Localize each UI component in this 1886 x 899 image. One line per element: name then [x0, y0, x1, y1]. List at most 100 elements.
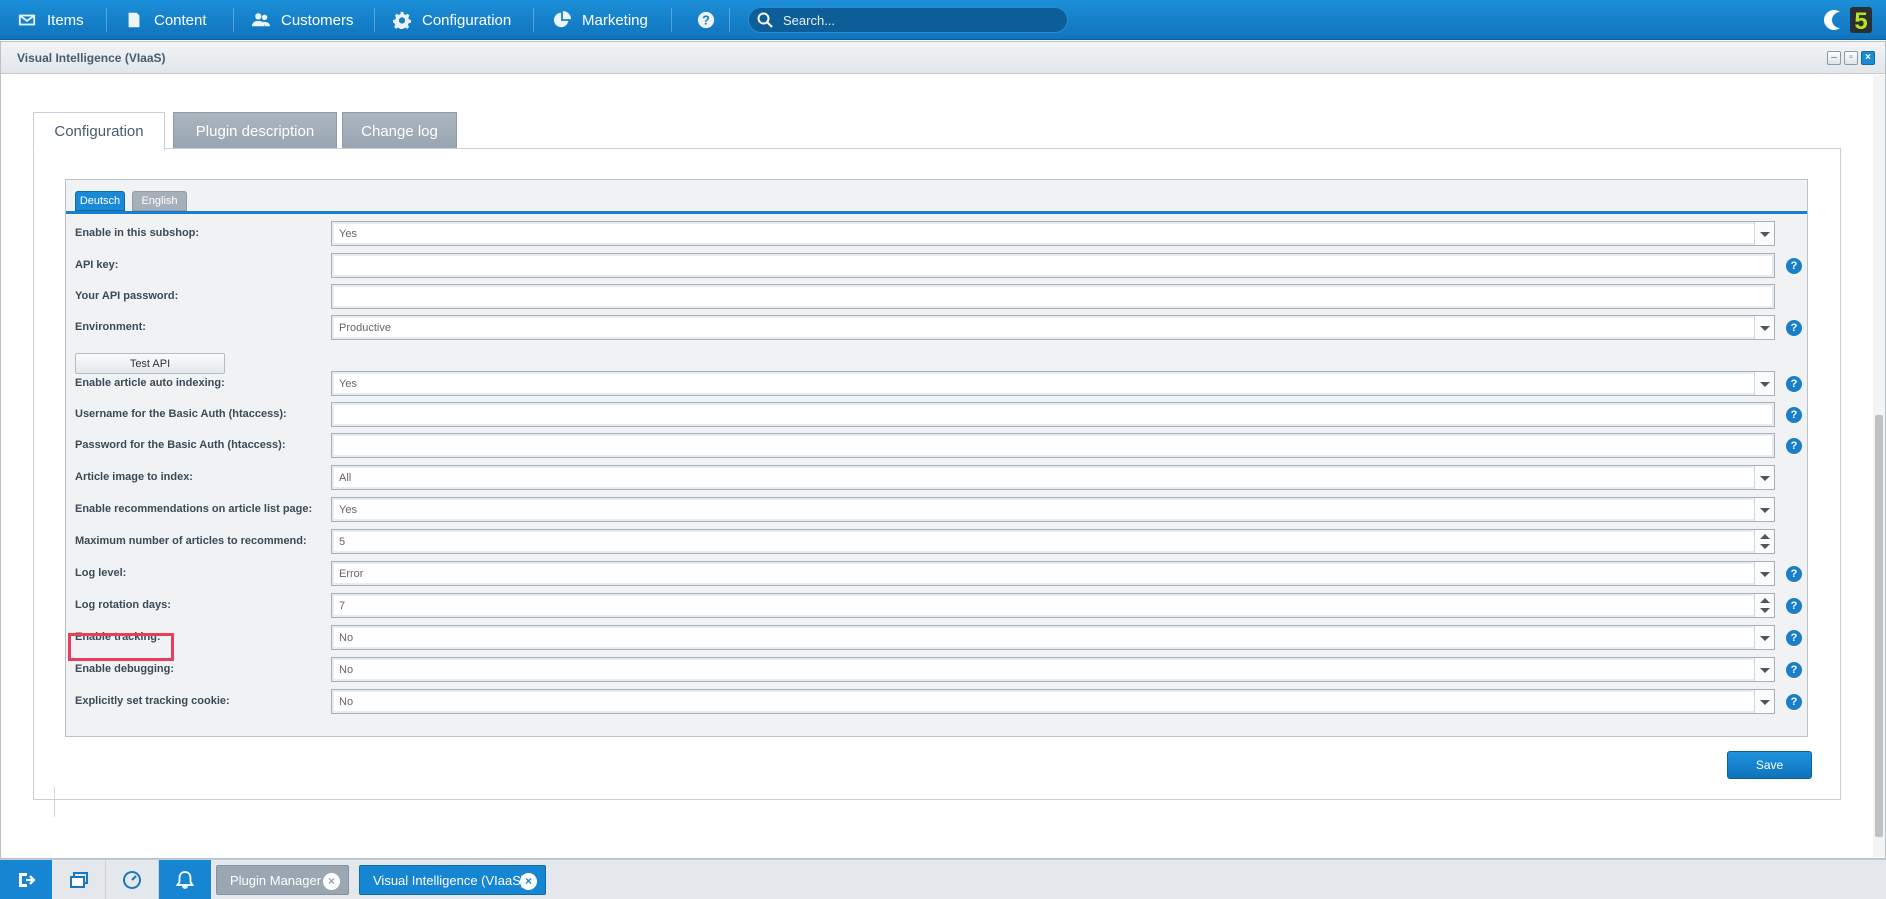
nav-content-label: Content	[154, 11, 207, 29]
tab-language-english[interactable]: English	[132, 191, 187, 211]
pie-chart-icon	[553, 11, 571, 28]
text-input[interactable]	[331, 284, 1775, 309]
select-field[interactable]: Yes	[331, 371, 1775, 396]
field-label: Article image to index:	[75, 471, 193, 483]
search-icon	[757, 12, 773, 28]
form-row: Environment: Productive?	[66, 314, 1807, 344]
notification-button[interactable]	[159, 860, 211, 899]
help-icon: ?	[697, 11, 715, 29]
windows-button[interactable]	[53, 860, 105, 899]
help-icon[interactable]: ?	[1786, 598, 1802, 614]
form-row: Log level: Error?	[66, 560, 1807, 590]
help-icon[interactable]: ?	[1786, 630, 1802, 646]
field-value: 5	[339, 536, 346, 548]
close-tab-icon[interactable]: ×	[520, 873, 537, 890]
select-field[interactable]: No	[331, 625, 1775, 650]
chevron-down-icon[interactable]	[1754, 316, 1774, 339]
svg-text:?: ?	[702, 14, 710, 28]
tab-english-label: English	[141, 195, 178, 207]
nav-marketing-label: Marketing	[582, 11, 648, 29]
field-label: Log level:	[75, 567, 127, 579]
help-icon[interactable]: ?	[1786, 566, 1802, 582]
nav-items[interactable]: Items	[18, 0, 84, 40]
select-field[interactable]: Productive	[331, 315, 1775, 340]
minimize-icon[interactable]: –	[1827, 51, 1841, 65]
field-value: Yes	[339, 228, 357, 240]
vertical-scrollbar[interactable]	[1873, 75, 1885, 857]
nav-items-label: Items	[47, 11, 84, 29]
window-titlebar[interactable]: Visual Intelligence (VIaaS) – ▫ ×	[1, 42, 1885, 74]
close-icon[interactable]: ×	[1861, 51, 1875, 65]
text-input[interactable]	[331, 402, 1775, 427]
select-field[interactable]: No	[331, 689, 1775, 714]
taskbar-tab-visual-intelligence[interactable]: Visual Intelligence (VIaaS) ×	[359, 865, 546, 895]
chevron-down-icon[interactable]	[1754, 466, 1774, 489]
top-navigation-bar: Items Content Customers Configuration Ma…	[0, 0, 1886, 40]
search-input[interactable]	[783, 12, 1053, 28]
number-field[interactable]: 5	[331, 529, 1775, 554]
shopware-logo[interactable]: 5	[1814, 6, 1874, 34]
field-value: Yes	[339, 504, 357, 516]
form-row: Enable article auto indexing: Yes?	[66, 370, 1807, 400]
select-field[interactable]: No	[331, 657, 1775, 682]
chevron-down-icon[interactable]	[1754, 562, 1774, 585]
maximize-icon[interactable]: ▫	[1844, 51, 1858, 65]
help-icon[interactable]: ?	[1786, 438, 1802, 454]
tab-configuration[interactable]: Configuration	[33, 112, 165, 151]
select-field[interactable]: Error	[331, 561, 1775, 586]
help-icon[interactable]: ?	[1786, 662, 1802, 678]
select-field[interactable]: Yes	[331, 497, 1775, 522]
spinner-arrows-icon[interactable]	[1754, 530, 1774, 553]
help-icon[interactable]: ?	[1786, 258, 1802, 274]
form-row: Log rotation days: 7?	[66, 592, 1807, 622]
form-row: Maximum number of articles to recommend:…	[66, 528, 1807, 558]
scrollbar-thumb[interactable]	[1875, 415, 1883, 837]
field-value: 7	[339, 600, 346, 612]
spinner-arrows-icon[interactable]	[1754, 594, 1774, 617]
nav-customers[interactable]: Customers	[252, 0, 354, 40]
tab-plugin-description[interactable]: Plugin description	[173, 112, 337, 151]
nav-separator	[106, 8, 107, 32]
close-tab-icon[interactable]: ×	[323, 873, 340, 890]
nav-separator	[374, 8, 375, 32]
dashboard-button[interactable]	[106, 860, 158, 899]
global-search[interactable]	[748, 7, 1068, 33]
nav-configuration[interactable]: Configuration	[393, 0, 511, 40]
help-icon[interactable]: ?	[1786, 694, 1802, 710]
nav-separator	[671, 8, 672, 32]
field-label: Explicitly set tracking cookie:	[75, 695, 230, 707]
nav-content[interactable]: Content	[125, 0, 207, 40]
form-row: Article image to index: All	[66, 464, 1807, 494]
nav-marketing[interactable]: Marketing	[553, 0, 648, 40]
test-api-button[interactable]: Test API	[75, 353, 225, 374]
tab-change-log[interactable]: Change log	[342, 112, 457, 151]
divider	[54, 787, 55, 817]
text-input[interactable]	[331, 253, 1775, 278]
help-icon[interactable]: ?	[1786, 407, 1802, 423]
nav-help[interactable]: ?	[697, 0, 715, 40]
chevron-down-icon[interactable]	[1754, 690, 1774, 713]
window-title: Visual Intelligence (VIaaS)	[17, 51, 166, 65]
chevron-down-icon[interactable]	[1754, 658, 1774, 681]
help-icon[interactable]: ?	[1786, 376, 1802, 392]
help-icon[interactable]: ?	[1786, 320, 1802, 336]
chevron-down-icon[interactable]	[1754, 222, 1774, 245]
nav-configuration-label: Configuration	[422, 11, 512, 29]
chevron-down-icon[interactable]	[1754, 626, 1774, 649]
select-field[interactable]: All	[331, 465, 1775, 490]
taskbar-tab-plugin-manager[interactable]: Plugin Manager ×	[216, 865, 349, 895]
tab-language-deutsch[interactable]: Deutsch	[75, 191, 125, 211]
save-button[interactable]: Save	[1727, 751, 1812, 779]
field-value: Error	[339, 568, 364, 580]
select-field[interactable]: Yes	[331, 221, 1775, 246]
form-row: Enable in this subshop: Yes	[66, 220, 1807, 250]
logout-button[interactable]	[0, 860, 52, 899]
field-value: No	[339, 696, 354, 708]
text-input[interactable]	[331, 433, 1775, 458]
highlight-box	[68, 633, 174, 661]
field-label: Username for the Basic Auth (htaccess):	[75, 408, 287, 420]
chevron-down-icon[interactable]	[1754, 498, 1774, 521]
number-field[interactable]: 7	[331, 593, 1775, 618]
tab-deutsch-label: Deutsch	[79, 195, 121, 207]
chevron-down-icon[interactable]	[1754, 372, 1774, 395]
